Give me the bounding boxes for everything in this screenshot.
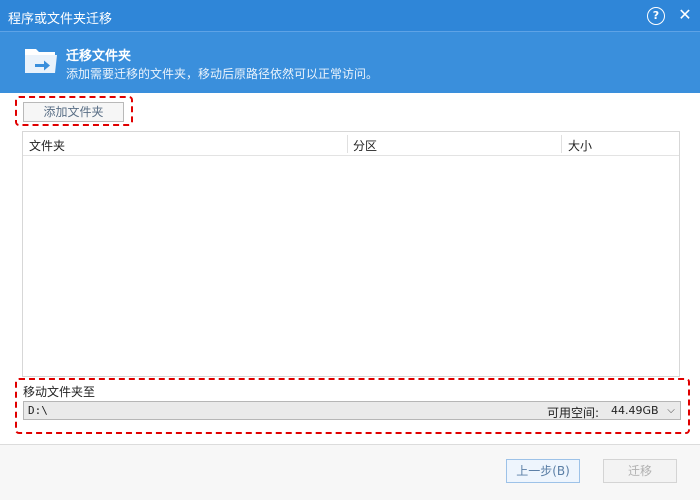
column-header-size[interactable]: 大小 (568, 137, 592, 154)
migrate-button[interactable]: 迁移 (603, 459, 677, 483)
column-header-partition[interactable]: 分区 (353, 137, 377, 154)
add-folder-highlight (15, 96, 133, 126)
column-header-folder[interactable]: 文件夹 (29, 137, 65, 154)
target-highlight (15, 378, 690, 434)
folder-list-header: 文件夹 分区 大小 (23, 132, 679, 156)
window-title: 程序或文件夹迁移 (8, 12, 113, 27)
help-circle-icon[interactable]: ? (647, 7, 665, 25)
folder-list[interactable]: 文件夹 分区 大小 (22, 131, 680, 377)
footer-bar: 上一步(B) 迁移 (0, 445, 700, 500)
column-divider (561, 135, 562, 153)
banner-heading: 迁移文件夹 (66, 49, 132, 64)
folder-move-icon (25, 49, 57, 73)
header-banner: 迁移文件夹 添加需要迁移的文件夹，移动后原路径依然可以正常访问。 (0, 32, 700, 93)
column-divider (347, 135, 348, 153)
window-titlebar: 程序或文件夹迁移 ? ✕ (0, 0, 700, 32)
banner-description: 添加需要迁移的文件夹，移动后原路径依然可以正常访问。 (66, 67, 379, 81)
close-icon[interactable]: ✕ (674, 4, 696, 26)
back-button[interactable]: 上一步(B) (506, 459, 580, 483)
